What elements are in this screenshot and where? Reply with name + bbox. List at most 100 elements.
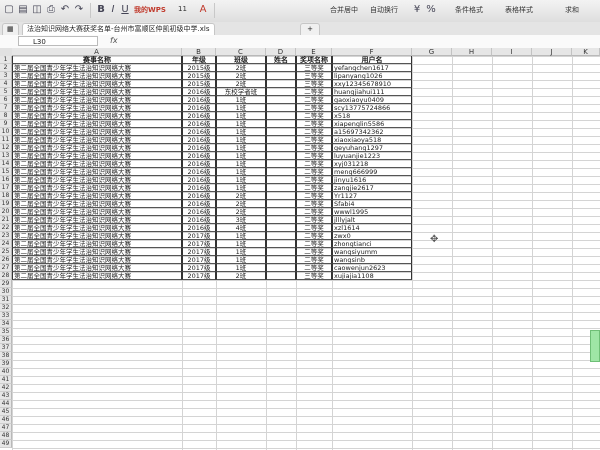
table-cell[interactable]: 2017级 [182,264,216,272]
table-cell[interactable]: 2016级 [182,96,216,104]
name-box[interactable]: L30 [18,36,98,46]
table-cell[interactable]: 3班 [216,216,266,224]
table-cell[interactable]: 二等奖 [296,120,332,128]
row-header[interactable]: 7 [0,104,12,112]
table-cell[interactable] [266,144,296,152]
row-header[interactable]: 41 [0,376,12,384]
table-cell[interactable]: 2017级 [182,248,216,256]
row-header[interactable]: 17 [0,184,12,192]
row-header[interactable]: 24 [0,240,12,248]
table-cell[interactable]: 1班 [216,232,266,240]
currency-button[interactable]: ¥ [410,3,424,17]
table-cell[interactable]: zhongtianci [332,240,412,248]
table-cell[interactable]: xujiajia1108 [332,272,412,280]
row-header[interactable]: 49 [0,440,12,448]
vertical-scrollbar[interactable] [590,330,600,362]
row-header[interactable]: 40 [0,368,12,376]
table-cell[interactable] [266,232,296,240]
table-cell[interactable]: 二等奖 [296,224,332,232]
conditional-format-button[interactable]: 条件格式 [455,5,483,15]
table-cell[interactable]: gaoxiaoyu0409 [332,96,412,104]
table-cell[interactable]: 1班 [216,128,266,136]
row-header[interactable]: 36 [0,336,12,344]
table-cell[interactable]: Yr1127 [332,192,412,200]
row-header[interactable]: 22 [0,224,12,232]
table-cell[interactable]: 1班 [216,144,266,152]
table-cell[interactable]: 2016级 [182,200,216,208]
table-cell[interactable]: 2016级 [182,160,216,168]
table-cell[interactable]: 1班 [216,240,266,248]
table-cell[interactable]: 2016级 [182,192,216,200]
table-cell[interactable]: 2016级 [182,128,216,136]
table-cell[interactable] [266,216,296,224]
spreadsheet-grid[interactable]: 赛事名称 年级 班级 姓名 奖项名称 用户名 第二届全国青少年学生法治知识网络大赛 2015级… [12,56,600,450]
row-header[interactable]: 16 [0,176,12,184]
table-cell[interactable] [266,80,296,88]
column-header-e[interactable]: E [296,48,332,56]
table-cell[interactable] [266,176,296,184]
table-cell[interactable]: meng666999 [332,168,412,176]
wrap-text-button[interactable]: 自动换行 [370,5,398,15]
table-cell[interactable]: huangjiahui111 [332,88,412,96]
table-cell[interactable]: jlllyjalt [332,216,412,224]
table-cell[interactable]: 2016级 [182,136,216,144]
table-cell[interactable]: 第二届全国青少年学生法治知识网络大赛 [12,136,182,144]
row-header[interactable]: 18 [0,192,12,200]
table-cell[interactable]: 二等奖 [296,88,332,96]
percent-button[interactable]: % [424,3,438,17]
undo-icon[interactable]: ↶ [58,3,72,17]
row-header[interactable]: 47 [0,424,12,432]
table-cell[interactable]: 1班 [216,136,266,144]
table-cell[interactable]: 二等奖 [296,256,332,264]
table-cell[interactable] [266,224,296,232]
table-cell[interactable]: 第二届全国青少年学生法治知识网络大赛 [12,64,182,72]
row-header[interactable]: 11 [0,136,12,144]
table-cell[interactable]: xzl1614 [332,224,412,232]
table-cell[interactable]: xxy12345678910 [332,80,412,88]
row-header[interactable]: 42 [0,384,12,392]
fx-icon[interactable]: fx [110,36,118,45]
table-cell[interactable]: scy13775724866 [332,104,412,112]
table-cell[interactable]: 2016级 [182,184,216,192]
column-header-j[interactable]: J [532,48,572,56]
table-cell[interactable]: 二等奖 [296,168,332,176]
table-cell[interactable]: 三等奖 [296,272,332,280]
table-cell[interactable]: 二等奖 [296,136,332,144]
tab-document[interactable]: 法治知识网络大赛获奖名单-台州市富顺区仲凯初级中学.xls [22,23,215,35]
table-cell[interactable]: 第二届全国青少年学生法治知识网络大赛 [12,256,182,264]
table-cell[interactable]: 第二届全国青少年学生法治知识网络大赛 [12,104,182,112]
table-cell[interactable]: xyj031218 [332,160,412,168]
row-header[interactable]: 43 [0,392,12,400]
table-cell[interactable]: 第二届全国青少年学生法治知识网络大赛 [12,208,182,216]
table-cell[interactable]: wangsiyumm [332,248,412,256]
font-size-select[interactable]: 11 [178,5,187,13]
table-cell[interactable]: 第二届全国青少年学生法治知识网络大赛 [12,96,182,104]
table-cell[interactable]: 2016级 [182,104,216,112]
print-icon[interactable]: ⎙ [44,3,58,17]
table-cell[interactable]: 二等奖 [296,240,332,248]
table-cell[interactable]: 1班 [216,256,266,264]
row-header[interactable]: 26 [0,256,12,264]
table-cell[interactable]: 二等奖 [296,96,332,104]
table-cell[interactable]: lipanyang1026 [332,72,412,80]
sum-button[interactable]: 求和 [565,5,579,15]
table-cell[interactable]: 二等奖 [296,104,332,112]
row-header[interactable]: 20 [0,208,12,216]
table-cell[interactable]: 二等奖 [296,200,332,208]
table-cell[interactable] [266,192,296,200]
table-cell[interactable]: caowenjun2623 [332,264,412,272]
column-title[interactable]: 姓名 [266,56,296,64]
table-cell[interactable]: wangsinb [332,256,412,264]
table-cell[interactable]: 2016级 [182,120,216,128]
redo-icon[interactable]: ↷ [72,3,86,17]
table-cell[interactable]: 第二届全国青少年学生法治知识网络大赛 [12,144,182,152]
column-header-c[interactable]: C [216,48,266,56]
column-header-h[interactable]: H [452,48,492,56]
table-cell[interactable]: 第二届全国青少年学生法治知识网络大赛 [12,72,182,80]
table-cell[interactable]: xiaoxiaoya518 [332,136,412,144]
table-cell[interactable]: 2班 [216,208,266,216]
table-cell[interactable]: 第二届全国青少年学生法治知识网络大赛 [12,128,182,136]
table-cell[interactable]: 1班 [216,152,266,160]
table-cell[interactable]: 2016级 [182,88,216,96]
table-cell[interactable]: 1班 [216,112,266,120]
